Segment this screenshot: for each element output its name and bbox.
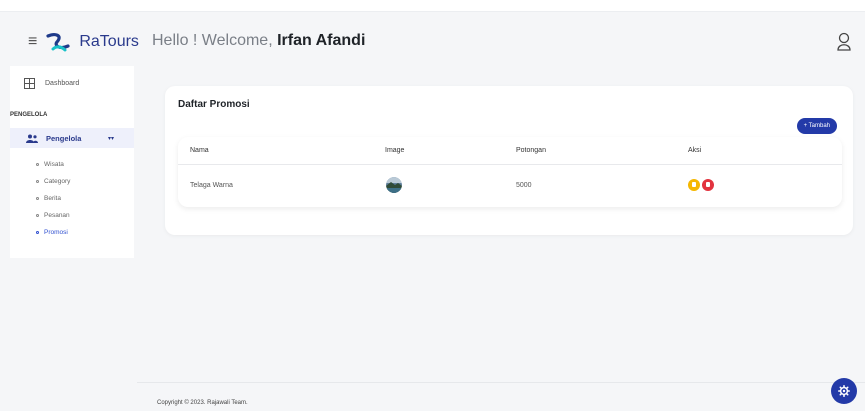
user-icon[interactable] (835, 32, 853, 52)
gear-icon (838, 385, 850, 397)
ratours-logo-icon (46, 33, 70, 52)
copyright-text: Copyright © 2023. Rajawali Team. (157, 400, 248, 406)
user-name: Irfan Afandi (277, 32, 366, 49)
hamburger-icon[interactable]: ≡ (28, 34, 37, 50)
section-label-pengelola: PENGELOLA (10, 112, 48, 118)
promotion-card: Daftar Promosi + Tambah Nama Image Poton… (165, 86, 853, 235)
sidebar-item-pesanan[interactable]: Pesanan (36, 207, 70, 224)
bullet-icon (36, 197, 39, 200)
delete-button[interactable] (702, 179, 714, 191)
add-promotion-button[interactable]: + Tambah (796, 118, 837, 134)
people-icon (26, 134, 38, 143)
cell-potongan: 5000 (516, 182, 532, 189)
column-header-potongan: Potongan (516, 147, 546, 154)
delete-icon (706, 182, 710, 187)
grid-icon (24, 78, 35, 89)
table-header: Nama Image Potongan Aksi (178, 137, 842, 165)
sidebar-group-pengelola[interactable]: Pengelola ▾▾ (10, 128, 134, 148)
sidebar-item-promosi[interactable]: Promosi (36, 224, 70, 241)
column-header-nama: Nama (190, 147, 209, 154)
column-header-aksi: Aksi (688, 147, 702, 154)
greeting-text: Hello ! Welcome, (152, 32, 273, 49)
sidebar: Dashboard PENGELOLA Pengelola ▾▾ Wisata … (10, 66, 134, 258)
bullet-icon (36, 163, 39, 166)
column-header-image: Image (385, 147, 405, 154)
landscape-thumbnail-icon (386, 177, 402, 193)
dashboard-label: Dashboard (45, 80, 80, 87)
bullet-icon (36, 180, 39, 183)
welcome-message: Hello ! Welcome, Irfan Afandi (152, 32, 365, 50)
promotion-table: Nama Image Potongan Aksi Telaga Warna 50… (178, 137, 842, 207)
brand-name: RaTours (79, 33, 139, 50)
sidebar-item-wisata[interactable]: Wisata (36, 156, 70, 173)
sidebar-item-category[interactable]: Category (36, 173, 70, 190)
footer-divider (137, 382, 865, 383)
card-title: Daftar Promosi (178, 99, 250, 110)
sidebar-group-label: Pengelola (46, 133, 82, 143)
sidebar-item-dashboard[interactable]: Dashboard (24, 78, 79, 89)
top-bar (0, 0, 865, 12)
edit-button[interactable] (688, 179, 700, 191)
bullet-icon (36, 231, 39, 234)
edit-icon (692, 182, 696, 187)
sidebar-item-berita[interactable]: Berita (36, 190, 70, 207)
chevron-down-icon[interactable]: ▾▾ (108, 135, 114, 142)
settings-button[interactable] (831, 378, 857, 404)
brand: ≡ RaTours (28, 30, 139, 54)
bullet-icon (36, 214, 39, 217)
sidebar-subitems: Wisata Category Berita Pesanan Promosi (36, 156, 70, 241)
cell-nama: Telaga Warna (190, 182, 233, 189)
